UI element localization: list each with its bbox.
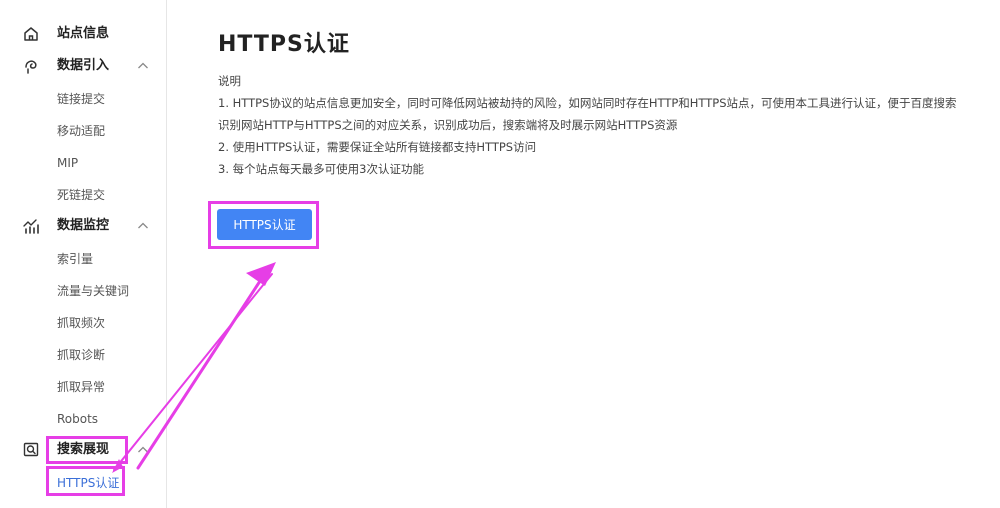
sidebar-item-crawl-diagnosis[interactable]: 抓取诊断 <box>57 346 105 364</box>
sidebar-item-dead-link-submit[interactable]: 死链提交 <box>57 186 105 204</box>
sidebar-group-data-import[interactable]: 数据引入 <box>0 50 167 82</box>
description-line: 1. HTTPS协议的站点信息更加安全，同时可降低网站被劫持的风险，如网站同时存… <box>218 96 957 110</box>
sidebar-item-crawl-frequency[interactable]: 抓取频次 <box>57 314 105 332</box>
sidebar-group-site-info[interactable]: 站点信息 <box>0 18 167 50</box>
description-line: 识别网站HTTP与HTTPS之间的对应关系，识别成功后，搜索端将及时展示网站HT… <box>218 118 678 132</box>
sidebar-item-https-auth[interactable]: HTTPS认证 <box>57 474 119 492</box>
chevron-up-icon[interactable] <box>137 444 149 456</box>
chevron-up-icon[interactable] <box>137 220 149 232</box>
sidebar-group-label: 数据监控 <box>57 218 110 233</box>
sidebar-item-link-submit[interactable]: 链接提交 <box>57 90 105 108</box>
search-display-icon <box>23 442 39 457</box>
sidebar-item-crawl-errors[interactable]: 抓取异常 <box>57 378 105 396</box>
sidebar-item-traffic-keywords[interactable]: 流量与关键词 <box>57 282 129 300</box>
chart-monitor-icon <box>23 219 39 234</box>
sidebar-group-label: 站点信息 <box>57 26 110 41</box>
chevron-up-icon[interactable] <box>137 60 149 72</box>
data-import-icon <box>25 60 37 74</box>
description-heading: 说明 <box>218 74 241 88</box>
sidebar-item-robots[interactable]: Robots <box>57 410 98 428</box>
sidebar-item-mip[interactable]: MIP <box>57 154 78 172</box>
main-content: HTTPS认证 说明 1. HTTPS协议的站点信息更加安全，同时可降低网站被劫… <box>167 0 1000 508</box>
sidebar-group-data-monitor[interactable]: 数据监控 <box>0 210 167 242</box>
sidebar-group-search-display[interactable]: 搜索展现 <box>0 434 167 466</box>
description-block: 说明 1. HTTPS协议的站点信息更加安全，同时可降低网站被劫持的风险，如网站… <box>218 70 993 180</box>
sidebar-group-label: 搜索展现 <box>57 442 110 457</box>
description-line: 3. 每个站点每天最多可使用3次认证功能 <box>218 162 424 176</box>
page-title: HTTPS认证 <box>218 32 350 57</box>
sidebar-group-label: 数据引入 <box>57 58 110 73</box>
home-icon <box>24 27 38 41</box>
sidebar-item-index-volume[interactable]: 索引量 <box>57 250 93 268</box>
https-auth-button[interactable]: HTTPS认证 <box>217 209 312 240</box>
description-line: 2. 使用HTTPS认证，需要保证全站所有链接都支持HTTPS访问 <box>218 140 537 154</box>
sidebar-item-mobile-adapt[interactable]: 移动适配 <box>57 122 105 140</box>
sidebar-nav: 站点信息 数据引入 链接提交 移动适配 MIP 死链提交 数据监控 索引量 流量… <box>0 0 167 508</box>
